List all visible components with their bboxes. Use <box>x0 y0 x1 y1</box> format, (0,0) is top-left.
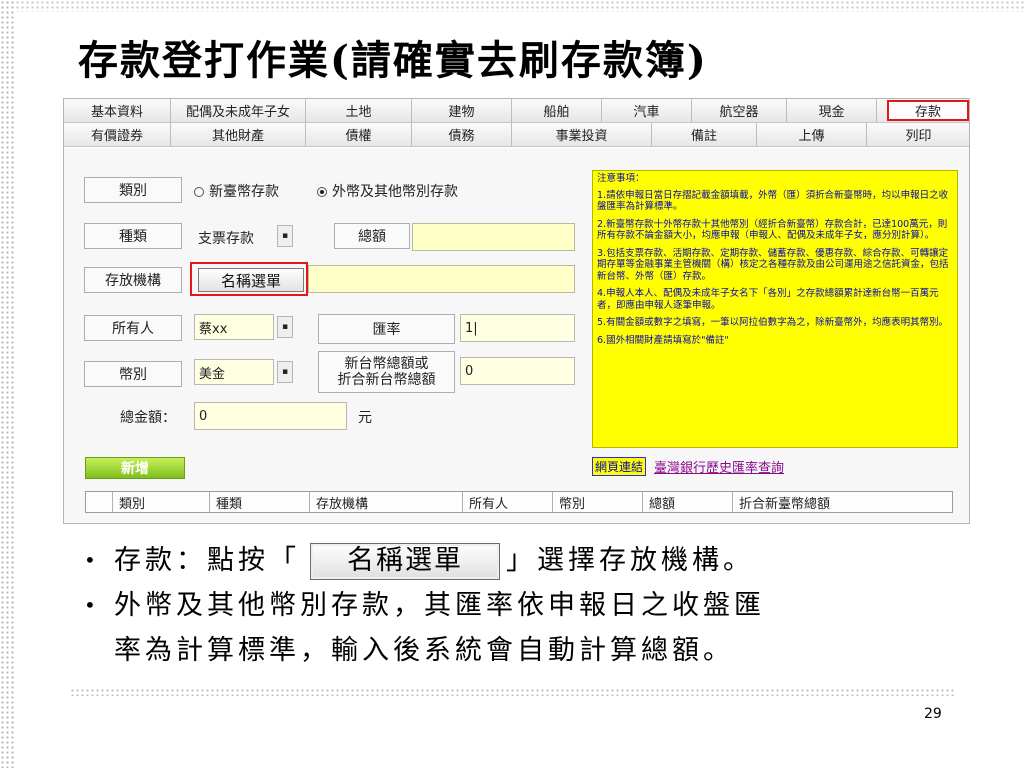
table-header-blank <box>86 492 113 512</box>
rate-label: 匯率 <box>318 314 455 344</box>
owner-label: 所有人 <box>84 315 182 341</box>
decor-dots-left <box>0 0 14 768</box>
decor-dots-top <box>0 0 1024 12</box>
decor-dots-bottom <box>70 688 955 696</box>
tab-print[interactable]: 列印 <box>867 123 969 146</box>
tab-building[interactable]: 建物 <box>412 99 512 122</box>
tab-other-property[interactable]: 其他財產 <box>171 123 306 146</box>
note-item-4: 4.申報人本人、配偶及未成年子女名下「各別」之存款總額累計達新台幣一百萬元者，即… <box>597 288 939 311</box>
tab-notes[interactable]: 備註 <box>652 123 757 146</box>
tab-land[interactable]: 土地 <box>306 99 412 122</box>
note-item-3: 3.包括支票存款、活期存款、定期存款、儲蓄存款、優惠存款、綜合存款、可轉讓定期存… <box>597 247 949 282</box>
th-institution: 存放機構 <box>310 492 463 512</box>
bullet-2-line-1: 外幣及其他幣別存款，其匯率依申報日之收盤匯 <box>114 590 765 621</box>
web-link-label: 網頁連結 <box>592 457 647 476</box>
rate-input[interactable]: 1| <box>460 314 575 342</box>
ntd-total-label: 新台幣總額或 折合新台幣總額 <box>318 351 455 393</box>
tab-aircraft[interactable]: 航空器 <box>692 99 787 122</box>
bullet-1: • 存款：點按「 名稱選單 」選擇存放機構。 <box>84 538 765 583</box>
slide-title: 存款登打作業(請確實去刷存款簿) <box>78 37 708 84</box>
grand-total-input[interactable]: 0 <box>194 402 347 430</box>
tab-upload[interactable]: 上傳 <box>757 123 867 146</box>
th-ntd-total: 折合新臺幣總額 <box>739 496 831 512</box>
name-select-button[interactable]: 名稱選單 <box>198 268 304 292</box>
owner-dropdown-icon[interactable]: ▪ <box>277 316 293 338</box>
currency-label: 幣別 <box>84 361 182 387</box>
ntd-total-input[interactable]: 0 <box>460 357 575 385</box>
screenshot-panel: 基本資料 配偶及未成年子女 土地 建物 船舶 汽車 航空器 現金 存款 有價證券… <box>63 98 970 524</box>
radio-foreign-icon[interactable] <box>317 187 327 197</box>
bullet-name-select-button: 名稱選單 <box>310 543 500 580</box>
bullet-list: • 存款：點按「 名稱選單 」選擇存放機構。 • 外幣及其他幣別存款，其匯率依申報日… <box>84 538 765 673</box>
tab-credit[interactable]: 債權 <box>306 123 412 146</box>
tab-ship[interactable]: 船舶 <box>512 99 602 122</box>
bank-rate-link[interactable]: 臺灣銀行歷史匯率查詢 <box>654 457 784 476</box>
tab-row-2: 有價證券 其他財產 債權 債務 事業投資 備註 上傳 列印 <box>64 123 969 147</box>
bullet-2-line-2: 率為計算標準，輸入後系統會自動計算總額。 <box>114 635 734 666</box>
bullet-2: • 外幣及其他幣別存款，其匯率依申報日之收盤匯 <box>84 583 765 628</box>
deposit-table-header: 類別 種類 存放機構 所有人 幣別 總額 折合新臺幣總額 <box>85 491 953 513</box>
tab-spouse-children[interactable]: 配偶及未成年子女 <box>171 99 306 122</box>
total-label: 總額 <box>334 223 410 249</box>
notes-box: 注意事項： 1.請依申報日當日存摺記載金額填載，外幣（匯）須折合新臺幣時，均以申… <box>592 170 958 448</box>
bullet-dot-2: • <box>84 593 100 617</box>
tab-securities[interactable]: 有價證券 <box>64 123 171 146</box>
tab-basic-info[interactable]: 基本資料 <box>64 99 171 122</box>
th-owner: 所有人 <box>463 492 553 512</box>
tab-cash[interactable]: 現金 <box>787 99 877 122</box>
links-row: 網頁連結 臺灣銀行歷史匯率查詢 <box>592 457 784 476</box>
tab-debt[interactable]: 債務 <box>412 123 512 146</box>
type-select-value[interactable]: 支票存款 <box>198 228 254 248</box>
grand-total-unit: 元 <box>358 410 372 426</box>
bullet-dot-1: • <box>84 548 100 572</box>
total-input[interactable] <box>412 223 575 251</box>
note-item-5: 5.有關金額或數字之填寫，一筆以阿拉伯數字為之，除新臺幣外，均應表明其幣別。 <box>597 317 949 328</box>
tab-car[interactable]: 汽車 <box>602 99 692 122</box>
tab-row-1: 基本資料 配偶及未成年子女 土地 建物 船舶 汽車 航空器 現金 存款 <box>64 99 969 123</box>
notes-title: 注意事項： <box>597 173 645 184</box>
radio-ntd-icon[interactable] <box>194 187 204 197</box>
page-number: 29 <box>924 706 942 722</box>
currency-dropdown-icon[interactable]: ▪ <box>277 361 293 383</box>
th-category: 類別 <box>113 492 210 512</box>
note-item-1: 1.請依申報日當日存摺記載金額填載，外幣（匯）須折合新臺幣時，均以申報日之收盤匯… <box>597 189 949 213</box>
institution-input[interactable] <box>308 265 575 293</box>
note-item-6: 6.國外相關財產請填寫於"備註" <box>597 334 729 346</box>
grand-total-label: 總金額： <box>120 410 176 426</box>
owner-select-value[interactable]: 蔡xx <box>194 314 274 340</box>
th-currency: 幣別 <box>553 492 643 512</box>
currency-select-value[interactable]: 美金 <box>194 359 274 385</box>
type-label: 種類 <box>84 223 182 249</box>
th-total: 總額 <box>643 492 733 512</box>
bullet-1-suffix: 」選擇存放機構。 <box>506 545 754 576</box>
add-button[interactable]: 新增 <box>85 457 185 479</box>
category-label: 類別 <box>84 177 182 203</box>
note-item-2: 2.新臺幣存款十外幣存款十其他幣別（經折合新臺幣）存款合計，已達100萬元，則所… <box>597 218 948 242</box>
institution-label: 存放機構 <box>84 267 182 293</box>
radio-foreign-deposit[interactable]: 外幣及其他幣別存款 <box>317 181 458 201</box>
bullet-1-prefix: 存款：點按「 <box>114 545 300 576</box>
th-type: 種類 <box>210 492 310 512</box>
radio-ntd-deposit[interactable]: 新臺幣存款 <box>194 181 279 201</box>
tab-deposit[interactable]: 存款 <box>887 100 969 121</box>
type-dropdown-icon[interactable]: ▪ <box>277 225 293 247</box>
tab-business-investment[interactable]: 事業投資 <box>512 123 652 146</box>
